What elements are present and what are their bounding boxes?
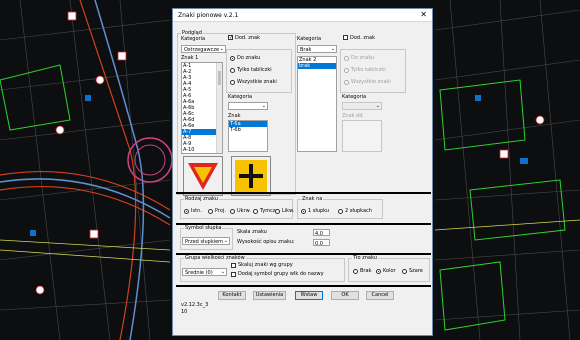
radio-kolor-label: Kolor <box>383 268 396 274</box>
close-icon[interactable]: ✕ <box>420 10 427 19</box>
radio-szare[interactable] <box>402 269 407 274</box>
title-bar: Znaki pionowe v.2.1 ✕ <box>173 9 432 22</box>
dodaj-symbol-label: Dodaj symbol grupy wlk do nazwy <box>238 271 324 277</box>
chevron-down-icon: ⌄ <box>261 103 266 109</box>
wstaw-button[interactable]: Wstaw <box>295 291 323 300</box>
chevron-down-icon: ⌄ <box>375 103 380 109</box>
radio-tylko-tabliczki[interactable] <box>230 68 235 73</box>
wysokosc-label: Wysokość opisu znaku: <box>237 239 295 245</box>
radio-do-znaku[interactable] <box>230 56 235 61</box>
radio-istn-label: Istn. <box>191 208 202 214</box>
radio-brak-label: Brak <box>360 268 372 274</box>
radio-likw[interactable] <box>275 209 280 214</box>
radio-istn[interactable] <box>184 209 189 214</box>
radio-do-znaku-label: Do znaku <box>237 55 261 61</box>
radio-likw-label: Likw. <box>282 208 295 214</box>
version-sub-label: 10 <box>181 309 188 315</box>
znak2-label: Znak <box>228 113 241 119</box>
symbol-select[interactable]: Przed słupkiem ⌄ <box>182 237 230 245</box>
radio-proj-label: Proj. <box>215 208 226 214</box>
radio-wszystkie-znaki-label: Wszystkie znaki <box>237 79 277 85</box>
sign-preview-main <box>183 156 223 196</box>
znaki-pionowe-dialog: Znaki pionowe v.2.1 ✕ Podgląd Kategoria … <box>172 8 433 336</box>
radio-2-slupkach-label: 2 słupkach <box>345 208 372 214</box>
sign-preview-additional <box>231 156 271 196</box>
warning-sign-icon <box>188 163 218 190</box>
skala-label: Skala znaku <box>237 229 267 235</box>
chevron-down-icon: ⌄ <box>220 269 225 275</box>
skaluj-checkbox[interactable] <box>231 263 236 268</box>
rodzaj-label: Rodzaj znaku <box>184 196 219 202</box>
grupa-select[interactable]: Średnie (0) ⌄ <box>182 268 227 276</box>
separator <box>176 285 431 287</box>
dodaj-symbol-checkbox[interactable] <box>231 272 236 277</box>
radio-brak[interactable] <box>353 269 358 274</box>
version-label: v2.12.3c_3 <box>181 302 209 308</box>
tlo-label: Tło znaku <box>352 255 378 261</box>
kontakt-button[interactable]: Kontakt <box>218 291 246 300</box>
radio-proj[interactable] <box>208 209 213 214</box>
right-radio-wszystkie-znaki[interactable] <box>344 80 349 85</box>
radio-ukrw-label: Ukrw. <box>237 208 251 214</box>
dod-znak-checkbox[interactable]: ✓ <box>228 35 233 41</box>
right-kategoria2-select[interactable]: ⌄ <box>342 102 382 110</box>
right-kategoria-label: Kategoria <box>297 36 322 42</box>
radio-ukrw[interactable] <box>230 209 235 214</box>
radio-2-slupkach[interactable] <box>338 209 343 214</box>
right-znak-dd-label: Znak dd <box>342 113 363 119</box>
right-radio-tylko-tabliczki[interactable] <box>344 68 349 73</box>
right-radio-do-znaku-label: Do znaku <box>351 55 375 61</box>
chevron-down-icon: ⌄ <box>219 46 224 52</box>
skaluj-label: Skaluj znaki wg grupy <box>238 262 293 268</box>
kategoria2-select[interactable]: ⌄ <box>228 102 268 110</box>
wysokosc-input[interactable]: 0.0 <box>313 239 330 247</box>
right-znak-list[interactable]: Znak 2 brak <box>297 56 337 152</box>
right-dod-znak-checkbox[interactable] <box>343 35 348 40</box>
right-radio-tylko-tabliczki-label: Tylko tabliczki <box>351 67 386 73</box>
znak-na-label: Znak na <box>301 196 324 202</box>
radio-tylko-tabliczki-label: Tylko tabliczki <box>237 67 272 73</box>
ok-button[interactable]: OK <box>331 291 359 300</box>
znak2-list[interactable]: T-6a T-6b <box>228 120 268 152</box>
chevron-down-icon: ⌄ <box>223 238 228 244</box>
symbol-label: Symbol słupka <box>184 225 223 231</box>
ustawienia-button[interactable]: Ustawienia <box>253 291 286 300</box>
grupa-label: Grupa wielkości znaków <box>184 255 246 261</box>
radio-1-slupku[interactable] <box>301 209 306 214</box>
crossroad-plate-icon <box>235 160 267 192</box>
window-title: Znaki pionowe v.2.1 <box>178 12 239 19</box>
chevron-down-icon: ⌄ <box>330 46 335 52</box>
right-dod-znak-label: Dod. znak <box>350 35 376 41</box>
radio-wszystkie-znaki[interactable] <box>230 80 235 85</box>
radio-tymcz[interactable] <box>253 209 258 214</box>
cancel-button[interactable]: Cancel <box>366 291 394 300</box>
dod-znak-label: Dod. znak <box>235 35 261 41</box>
list-item[interactable]: brak <box>298 63 336 69</box>
right-radio-wszystkie-znaki-label: Wszystkie znaki <box>351 79 391 85</box>
right-kategoria-select[interactable]: Brak ⌄ <box>297 45 337 53</box>
znak-list[interactable]: A-1 A-2 A-3 A-4 A-5 A-6 A-6a A-6b A-6c A-6d A-6e A-… <box>181 62 223 154</box>
kategoria-select[interactable]: Ostrzegawcze ⌄ <box>181 45 226 53</box>
znak-list-scrollbar[interactable] <box>216 63 222 153</box>
radio-1-slupku-label: 1 słupku <box>308 208 330 214</box>
kategoria2-label: Kategoria <box>228 94 253 100</box>
znak-label: Znak 1 <box>181 55 199 61</box>
separator <box>176 192 431 194</box>
kategoria-label: Kategoria <box>181 36 206 42</box>
list-item[interactable]: T-6b <box>229 127 267 133</box>
right-znak2-list[interactable] <box>342 120 382 152</box>
radio-kolor[interactable] <box>376 269 381 274</box>
right-kategoria2-label: Kategoria <box>342 94 367 100</box>
skala-input[interactable]: 4.0 <box>313 229 330 237</box>
right-radio-do-znaku[interactable] <box>344 56 349 61</box>
radio-szare-label: Szare <box>409 268 423 274</box>
